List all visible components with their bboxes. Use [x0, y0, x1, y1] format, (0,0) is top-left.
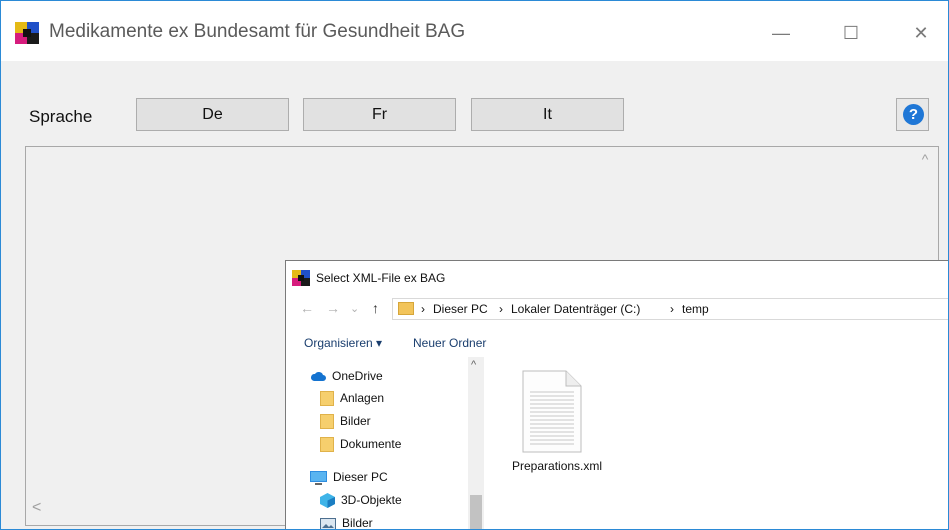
tree-item-label: Bilder — [342, 516, 373, 530]
pictures-icon — [320, 517, 336, 529]
folder-icon — [398, 302, 414, 315]
tree-item-bilder-pc[interactable]: Bilder — [320, 516, 373, 530]
dialog-title: Select XML-File ex BAG — [316, 271, 446, 285]
language-label: Sprache — [29, 107, 93, 126]
dialog-app-icon — [292, 270, 310, 286]
title-bar[interactable]: Medikamente ex Bundesamt für Gesundheit … — [1, 1, 948, 61]
file-list: Preparations.xml — [484, 357, 948, 529]
tree-item-bilder[interactable]: Bilder — [320, 414, 371, 430]
forward-arrow-icon[interactable]: → — [326, 300, 340, 316]
history-chevron-icon[interactable]: ⌄ — [350, 302, 359, 315]
folder-icon — [320, 437, 334, 453]
minimize-button[interactable]: — — [758, 13, 804, 53]
scroll-up-arrow-icon[interactable]: ^ — [471, 359, 476, 371]
tree-item-label: Anlagen — [340, 391, 385, 405]
navigation-bar: ← → ⌄ ↑ › Dieser PC › Lokaler Datenträge… — [286, 295, 948, 325]
command-bar: Organisieren ▾ Neuer Ordner — [286, 325, 948, 358]
new-folder-button[interactable]: Neuer Ordner — [413, 336, 486, 350]
app-logo-icon — [15, 22, 39, 44]
file-dialog: Select XML-File ex BAG ← → ⌄ ↑ › Dieser … — [285, 260, 948, 530]
navigation-tree: OneDrive Anlagen Bilder Dokumente Dieser… — [286, 357, 484, 530]
scrollbar-thumb[interactable] — [470, 495, 482, 529]
lang-de-button[interactable]: De — [136, 98, 289, 131]
window-title: Medikamente ex Bundesamt für Gesundheit … — [49, 21, 466, 42]
file-name: Preparations.xml — [512, 459, 603, 473]
tree-item-dokumente[interactable]: Dokumente — [320, 437, 402, 453]
back-arrow-icon[interactable]: ← — [300, 300, 314, 316]
cube-icon — [320, 493, 335, 509]
breadcrumb-sep-icon: › — [421, 302, 425, 316]
tree-item-anlagen[interactable]: Anlagen — [320, 391, 385, 407]
help-button[interactable]: ? — [896, 98, 929, 131]
scroll-left-arrow-icon[interactable]: < — [32, 499, 41, 517]
tree-item-label: 3D-Objekte — [341, 493, 402, 507]
scroll-up-arrow-icon[interactable]: ^ — [916, 151, 934, 169]
computer-icon — [310, 470, 327, 485]
tree-item-label: Bilder — [340, 414, 371, 428]
folder-icon — [320, 414, 334, 430]
address-bar[interactable]: › Dieser PC › Lokaler Datenträger (C:) ›… — [392, 298, 948, 320]
breadcrumb-sep-icon: › — [499, 302, 503, 316]
breadcrumb-this-pc[interactable]: Dieser PC — [433, 302, 488, 316]
lang-it-button[interactable]: It — [471, 98, 624, 131]
up-arrow-icon[interactable]: ↑ — [372, 300, 379, 316]
breadcrumb-temp[interactable]: temp — [682, 302, 709, 316]
tree-item-3d-objekte[interactable]: 3D-Objekte — [320, 493, 402, 509]
tree-scrollbar[interactable]: ^ — [468, 357, 484, 529]
document-icon — [522, 370, 582, 453]
tree-item-dieser-pc[interactable]: Dieser PC — [310, 470, 388, 485]
organize-menu[interactable]: Organisieren ▾ — [304, 336, 382, 350]
folder-icon — [320, 391, 334, 407]
tree-item-onedrive[interactable]: OneDrive — [310, 369, 383, 383]
breadcrumb-local-drive[interactable]: Lokaler Datenträger (C:) — [511, 302, 640, 316]
help-icon: ? — [903, 104, 924, 125]
lang-fr-button[interactable]: Fr — [303, 98, 456, 131]
cloud-icon — [310, 372, 326, 382]
close-button[interactable]: ✕ — [898, 13, 944, 53]
tree-item-label: Dieser PC — [333, 470, 388, 484]
tree-item-label: OneDrive — [332, 369, 383, 383]
tree-item-label: Dokumente — [340, 437, 402, 451]
breadcrumb-sep-icon: › — [670, 302, 674, 316]
maximize-button[interactable]: ☐ — [828, 13, 874, 53]
main-window: Medikamente ex Bundesamt für Gesundheit … — [0, 0, 949, 530]
